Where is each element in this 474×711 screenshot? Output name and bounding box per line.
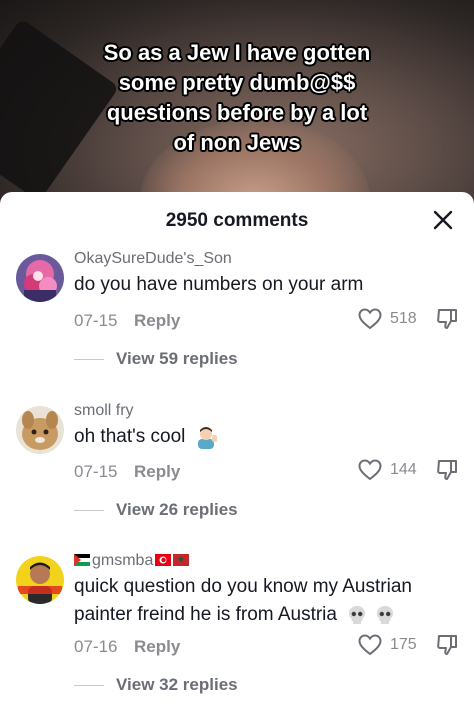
view-replies-button[interactable]: View 26 replies [74,500,238,520]
comment-item: OkaySureDude's_Son do you have numbers o… [0,250,474,380]
like-count: 518 [390,310,417,327]
skull-emoji [349,605,366,624]
comments-sheet: 2950 comments OkaySureDude's_Son do you … [0,192,474,711]
comment-username[interactable]: gmsmba [74,552,191,570]
comment-username[interactable]: OkaySureDude's_Son [74,250,232,268]
skull-emoji [376,605,393,624]
like-button[interactable]: 144 [358,459,417,481]
heart-icon [358,459,382,481]
sheet-header: 2950 comments [0,192,474,250]
comment-username-text: gmsmba [92,552,154,569]
comment-item: smoll fry oh that's cool 07-15 Reply 144 [0,402,474,532]
comment-date: 07-15 [74,462,118,481]
man-tipping-hand-emoji [197,426,217,449]
comment-date: 07-15 [74,311,118,330]
comment-meta: 07-16 Reply [74,637,180,657]
divider-line [74,684,104,686]
comments-count-title: 2950 comments [165,210,309,231]
like-button[interactable]: 175 [358,634,417,656]
reply-button[interactable]: Reply [134,311,180,331]
avatar[interactable] [16,556,64,604]
like-count: 175 [390,636,417,653]
thumbs-down-icon [437,460,457,480]
comment-item: gmsmba quick question do you know my Aus… [0,552,474,711]
view-replies-label: View 26 replies [116,500,238,519]
view-replies-button[interactable]: View 32 replies [74,675,238,695]
divider-line [74,358,104,360]
comment-meta: 07-15 Reply [74,462,180,482]
dislike-button[interactable] [436,308,458,330]
video-background: So as a Jew I have gotten some pretty du… [0,0,474,215]
like-count: 144 [390,461,417,478]
close-icon [433,210,453,230]
dislike-button[interactable] [436,634,458,656]
close-button[interactable] [430,207,456,233]
reply-button[interactable]: Reply [134,637,180,657]
heart-icon [358,308,382,330]
thumbs-down-icon [437,635,457,655]
comment-text: quick question do you know my Austrian p… [74,573,454,629]
morocco-flag [173,553,190,566]
tunisia-flag [155,553,172,566]
caption-line: questions before by a lot [106,100,368,125]
caption-line: So as a Jew I have gotten [103,40,371,65]
reply-button[interactable]: Reply [134,462,180,482]
thumbs-down-icon [437,309,457,329]
view-replies-button[interactable]: View 59 replies [74,349,238,369]
comment-meta: 07-15 Reply [74,311,180,331]
caption-line: some pretty dumb@$$ [118,70,356,95]
avatar[interactable] [16,254,64,302]
palestine-flag [74,553,90,566]
caption-line: of non Jews [173,130,301,155]
dislike-button[interactable] [436,459,458,481]
divider-line [74,509,104,511]
comment-date: 07-16 [74,637,118,656]
comment-text: oh that's cool [74,423,454,451]
comment-username[interactable]: smoll fry [74,402,134,420]
view-replies-label: View 59 replies [116,349,238,368]
like-button[interactable]: 518 [358,308,417,330]
avatar[interactable] [16,406,64,454]
video-caption: So as a Jew I have gotten some pretty du… [60,38,414,158]
heart-icon [358,634,382,656]
view-replies-label: View 32 replies [116,675,238,694]
comment-text-body: oh that's cool [74,426,186,447]
comment-text: do you have numbers on your arm [74,274,364,295]
